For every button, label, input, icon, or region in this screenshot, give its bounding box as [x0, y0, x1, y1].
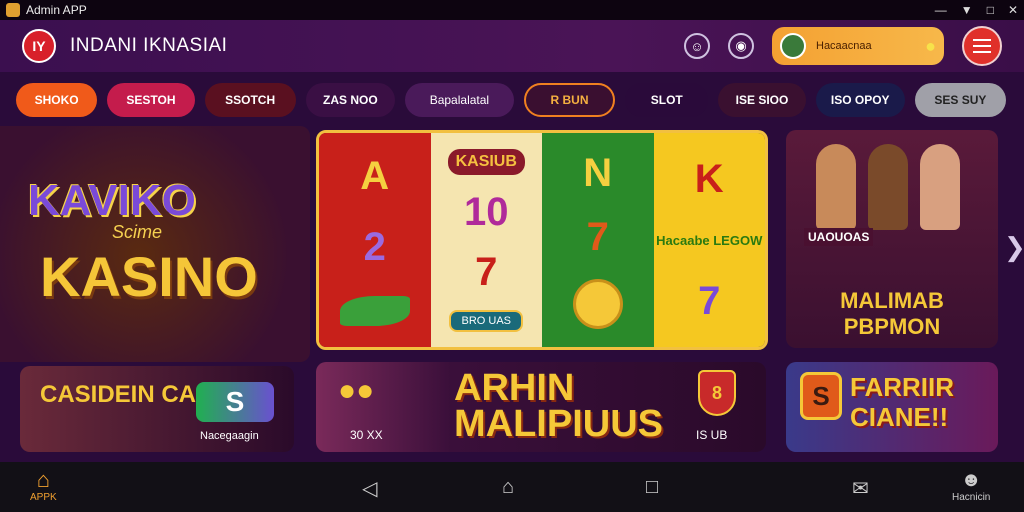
back-icon[interactable]: ◁ [362, 476, 377, 501]
coin-icon [572, 279, 623, 330]
minimize-icon[interactable]: — [935, 3, 947, 17]
wallet-icon[interactable]: ◉ [728, 33, 754, 59]
tab-10[interactable]: SES SUY [914, 83, 1006, 117]
app-icon [6, 3, 20, 17]
account-label: Hacaacnaa [816, 40, 872, 52]
maximize-icon[interactable]: □ [987, 3, 994, 17]
hero-title-top: KAVIKO [28, 176, 196, 225]
slot-reels[interactable]: A 2 KASIUB 10 7 BRO UAS N 7 K Hacaabe LE… [316, 130, 768, 350]
hero-title-bottom: KASINO [40, 245, 258, 308]
app-header: IY INDANI IKNASIAI ☺ ◉ Hacaacnaa ● [0, 20, 1024, 72]
card3-badge: S [800, 372, 842, 420]
reel-symbol: K [694, 156, 724, 201]
promo-card-3[interactable]: S FARRIIR CIANE!! [786, 362, 998, 452]
brand-name: INDANI IKNASIAI [70, 35, 228, 56]
reel-2: KASIUB 10 7 BRO UAS [430, 133, 542, 347]
status-bar: Admin APP — ▼ □ ✕ [0, 0, 1024, 20]
nav-profile-label: Hacnicin [952, 492, 991, 503]
nav-home-label: APPK [30, 492, 57, 503]
reel-1: A 2 [319, 133, 431, 347]
reel-badge-kasiub: KASIUB [447, 148, 525, 175]
promo-card-1[interactable]: CASIDEIN CASIDAY S Nacegaagin [20, 366, 294, 452]
dealers-image [816, 144, 960, 230]
menu-button[interactable] [962, 26, 1002, 66]
person-figure [920, 144, 960, 230]
bottom-navbar: ⌂ APPK ◁ ⌂ □ ✉ ☻ Hacnicin [0, 462, 1024, 512]
promo-tag: UAOUOAS [804, 228, 874, 246]
promo-title: MALIMAB PBPMON [840, 288, 944, 339]
home-circle-icon[interactable]: ⌂ [502, 476, 514, 499]
tab-4[interactable]: ZAS NOO [305, 83, 395, 117]
tab-slot[interactable]: SLOT [625, 83, 709, 117]
account-button[interactable]: Hacaacnaa ● [772, 27, 944, 65]
wifi-icon: ▼ [960, 3, 973, 17]
coins-icon: ●● [338, 374, 375, 407]
reel-4: K Hacaabe LEGOW 7 [653, 133, 765, 347]
recents-icon[interactable]: □ [646, 476, 658, 499]
reel-symbol: N [583, 150, 613, 195]
reel-3: N 7 [542, 133, 654, 347]
reel-symbol: A [360, 154, 390, 198]
reel-symbol: 7 [475, 249, 498, 294]
close-icon[interactable]: ✕ [1008, 3, 1018, 17]
tab-6[interactable]: R BUN [523, 83, 616, 117]
card2-caption-2: IS UB [696, 428, 728, 442]
user-icon: ● [925, 35, 936, 56]
leaf-icon [339, 296, 410, 326]
reel-button[interactable]: BRO UAS [449, 309, 523, 332]
nav-home[interactable]: ⌂ APPK [30, 467, 57, 504]
nav-profile[interactable]: ☻ Hacnicin [952, 468, 990, 503]
person-figure [816, 144, 856, 230]
shield-icon: 8 [698, 370, 736, 416]
promo-card-2[interactable]: ●● 30 XX ARHIN MALIPIUUS 8 IS UB [316, 362, 766, 452]
menu-icon-line [973, 39, 991, 41]
card1-caption: Nacegaagin [200, 430, 259, 442]
tab-1[interactable]: SHOKO [16, 83, 98, 117]
promo-live-casino[interactable]: UAOUOAS MALIMAB PBPMON [786, 130, 998, 348]
category-tabs: SHOKO SESTOH SSOTCH ZAS NOO Bapalalatal … [16, 82, 1006, 118]
tab-2[interactable]: SESTOH [107, 83, 195, 117]
reel-lemon-label: Hacaabe LEGOW [656, 232, 763, 248]
reel-symbol: 2 [363, 225, 386, 269]
profile-icon: ☻ [960, 469, 982, 491]
status-app-title: Admin APP [26, 3, 87, 17]
card2-caption: 30 XX [350, 428, 383, 442]
support-icon[interactable]: ☺ [684, 33, 710, 59]
menu-icon-line [973, 51, 991, 53]
avatar [780, 33, 806, 59]
tab-9[interactable]: ISO OPOY [815, 83, 905, 117]
reel-symbol: 7 [586, 214, 609, 259]
tab-3[interactable]: SSOTCH [204, 83, 296, 117]
brand-logo[interactable]: IY [22, 29, 56, 63]
tab-8[interactable]: ISE SIOO [718, 83, 806, 117]
chevron-right-icon[interactable]: ❯ [1004, 232, 1024, 263]
chat-icon[interactable]: ✉ [852, 476, 869, 501]
reel-symbol: 7 [698, 278, 721, 323]
card3-title: FARRIIR CIANE!! [850, 372, 954, 432]
logo-text: IY [32, 38, 46, 54]
card1-badge: S [196, 382, 274, 422]
hero-banner[interactable]: KAVIKO Scime KASINO [0, 126, 310, 362]
menu-icon-line [973, 45, 991, 47]
reel-symbol: 10 [464, 189, 509, 234]
person-figure [868, 144, 908, 230]
tab-5[interactable]: Bapalalatal [404, 83, 514, 117]
home-icon: ⌂ [36, 467, 50, 492]
hero-script: Scime [112, 222, 163, 242]
